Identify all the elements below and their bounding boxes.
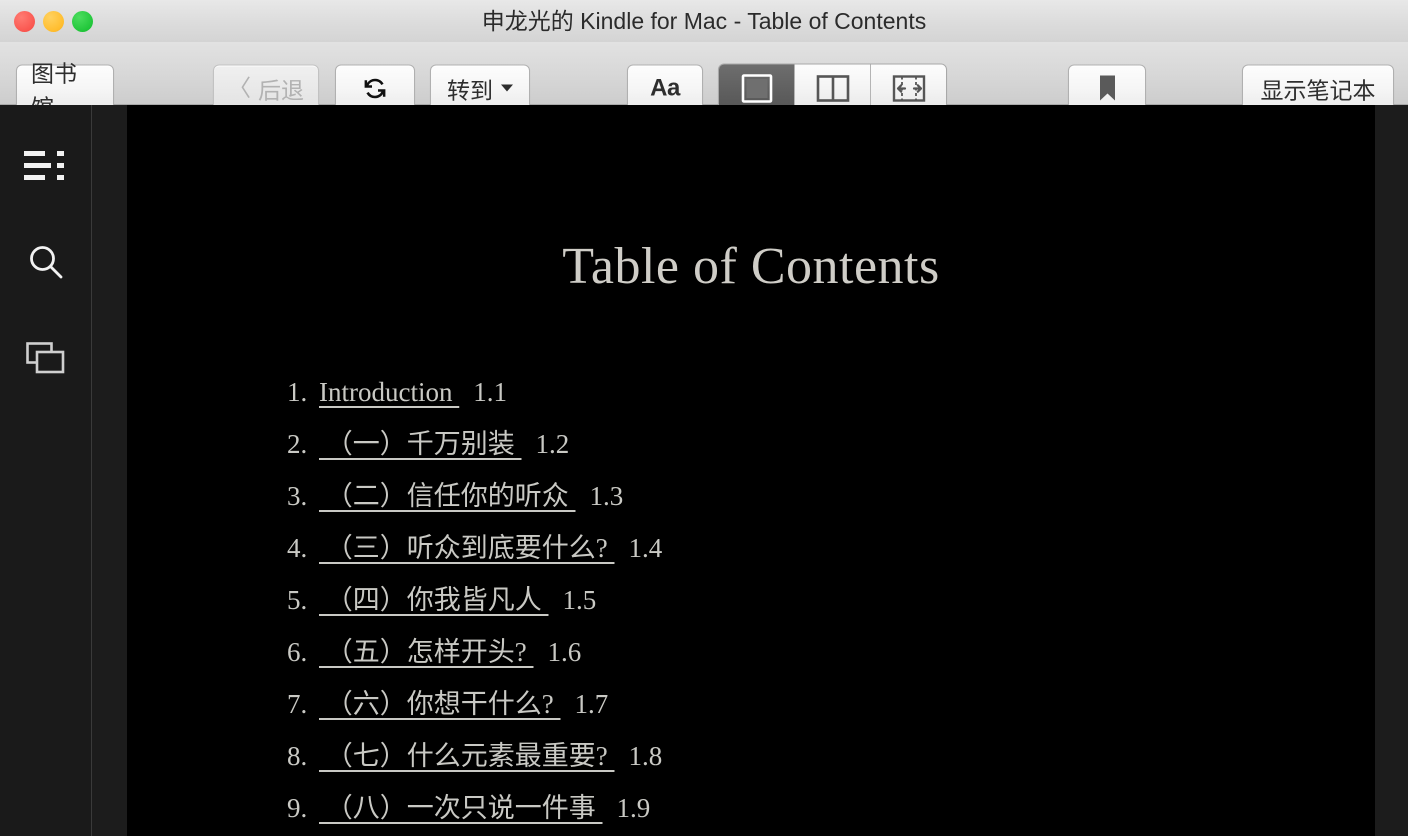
sync-icon bbox=[361, 74, 389, 102]
list-item[interactable]: （八）一次只说一件事 1.9 bbox=[287, 782, 1375, 834]
toc-link[interactable]: （一）千万别装 bbox=[319, 429, 522, 459]
titlebar: 申龙光的 Kindle for Mac - Table of Contents bbox=[0, 0, 1408, 42]
reader-content: Table of Contents Introduction 1.1 （一）千万… bbox=[127, 105, 1375, 836]
traffic-lights bbox=[14, 0, 93, 42]
list-item[interactable]: （二）信任你的听众 1.3 bbox=[287, 470, 1375, 522]
list-item[interactable]: （七）什么元素最重要? 1.8 bbox=[287, 730, 1375, 782]
toc-number: 1.7 bbox=[574, 689, 609, 719]
body-area: Table of Contents Introduction 1.1 （一）千万… bbox=[0, 105, 1408, 836]
toc-link[interactable]: （六）你想干什么? bbox=[319, 689, 560, 719]
left-gutter bbox=[92, 105, 127, 836]
back-button-label: 后退 bbox=[258, 77, 304, 103]
sidebar-item-notes-cards[interactable] bbox=[21, 333, 71, 383]
list-item[interactable]: （五）怎样开头? 1.6 bbox=[287, 626, 1375, 678]
document-page: Table of Contents Introduction 1.1 （一）千万… bbox=[127, 105, 1375, 834]
list-item[interactable]: Introduction 1.1 bbox=[287, 366, 1375, 418]
right-gutter bbox=[1375, 105, 1408, 836]
toc-number: 1.2 bbox=[535, 429, 570, 459]
toc-number: 1.3 bbox=[589, 481, 624, 511]
kindle-window: 申龙光的 Kindle for Mac - Table of Contents … bbox=[0, 0, 1408, 836]
toolbar: 图书馆 〈 后退 转到 Aa bbox=[0, 42, 1408, 120]
toc-link[interactable]: （五）怎样开头? bbox=[319, 637, 533, 667]
toc-number: 1.6 bbox=[547, 637, 582, 667]
window-title: 申龙光的 Kindle for Mac - Table of Contents bbox=[481, 8, 927, 34]
chevron-down-icon bbox=[501, 84, 513, 92]
close-button[interactable] bbox=[14, 10, 35, 32]
toc-link[interactable]: （二）信任你的听众 bbox=[319, 481, 576, 511]
chevron-left-icon: 〈 bbox=[228, 74, 251, 101]
toc-number: 1.8 bbox=[628, 741, 663, 771]
minimize-button[interactable] bbox=[43, 10, 64, 32]
toc-link[interactable]: （三）听众到底要什么? bbox=[319, 533, 614, 563]
single-page-icon bbox=[737, 72, 777, 104]
toc-number: 1.5 bbox=[562, 585, 597, 615]
toc-link[interactable]: （四）你我皆凡人 bbox=[319, 585, 549, 615]
toc-link[interactable]: （七）什么元素最重要? bbox=[319, 741, 614, 771]
toc-number: 1.1 bbox=[473, 377, 507, 407]
toc-list: Introduction 1.1 （一）千万别装 1.2 （二）信任你的听众 1… bbox=[127, 366, 1375, 834]
toc-number: 1.9 bbox=[616, 793, 651, 823]
toc-link[interactable]: （八）一次只说一件事 bbox=[319, 793, 603, 823]
list-item[interactable]: （一）千万别装 1.2 bbox=[287, 418, 1375, 470]
toc-link[interactable]: Introduction bbox=[319, 377, 459, 407]
cards-icon bbox=[25, 342, 66, 374]
search-icon bbox=[26, 242, 66, 282]
list-item[interactable]: （四）你我皆凡人 1.5 bbox=[287, 574, 1375, 626]
two-column-icon bbox=[813, 72, 853, 104]
page-title: Table of Contents bbox=[562, 238, 940, 295]
sidebar bbox=[0, 105, 92, 836]
maximize-button[interactable] bbox=[72, 10, 93, 32]
list-item[interactable]: （六）你想干什么? 1.7 bbox=[287, 678, 1375, 730]
fit-width-icon bbox=[889, 72, 929, 104]
list-icon bbox=[23, 149, 68, 183]
sidebar-item-search[interactable] bbox=[21, 237, 71, 287]
sidebar-item-table-of-contents[interactable] bbox=[21, 141, 71, 191]
toc-number: 1.4 bbox=[628, 533, 663, 563]
list-item[interactable]: （三）听众到底要什么? 1.4 bbox=[287, 522, 1375, 574]
bookmark-icon bbox=[1099, 75, 1116, 102]
goto-button-label: 转到 bbox=[447, 77, 493, 103]
font-settings-label: Aa bbox=[650, 74, 680, 101]
show-notebook-label: 显示笔记本 bbox=[1260, 77, 1376, 103]
